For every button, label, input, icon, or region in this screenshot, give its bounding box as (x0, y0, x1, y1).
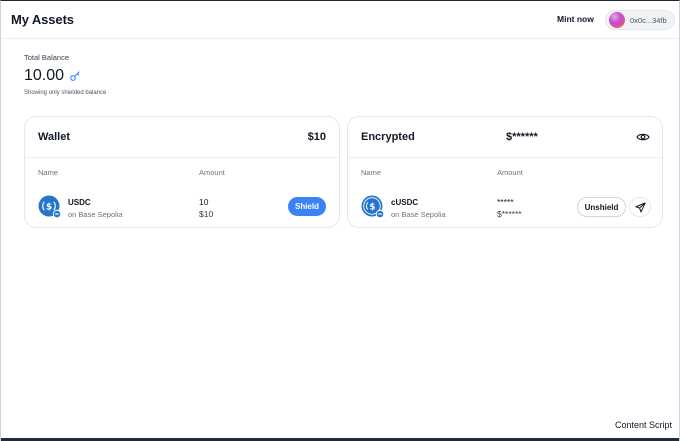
token-network: on Base Sepolia (68, 210, 123, 219)
content-script-label: Content Script (614, 420, 672, 430)
shield-button[interactable]: Shield (288, 197, 326, 216)
amount-column-header: Amount (199, 168, 225, 177)
encrypted-card-total: $****** (506, 131, 538, 143)
encrypted-card-title: Encrypted (361, 131, 415, 143)
key-icon[interactable] (69, 70, 81, 82)
svg-text:$: $ (370, 202, 376, 212)
top-header: My Assets Mint now 0x0c...34fb (1, 1, 679, 39)
name-column-header: Name (361, 168, 382, 177)
encrypted-card-header: Encrypted $****** (348, 117, 662, 158)
token-name: cUSDC (391, 198, 419, 207)
wallet-card: Wallet $10 Name Amount $ USDC on Base Se… (24, 116, 340, 228)
send-icon (634, 201, 646, 213)
send-button[interactable] (629, 197, 651, 217)
wallet-card-title: Wallet (38, 131, 70, 143)
wallet-avatar (609, 12, 625, 28)
balance-note: Showing only shielded balance (24, 90, 107, 96)
amount-column-header: Amount (497, 168, 523, 177)
page-title: My Assets (11, 12, 74, 27)
svg-text:$: $ (46, 203, 52, 213)
token-value-hidden: $****** (497, 209, 522, 219)
name-column-header: Name (38, 168, 59, 177)
token-amount-hidden: ***** (497, 197, 514, 207)
token-name: USDC (68, 198, 91, 207)
token-network: on Base Sepolia (391, 210, 446, 219)
mint-now-button[interactable]: Mint now (557, 14, 594, 24)
wallet-card-header: Wallet $10 (25, 117, 339, 158)
encrypted-card: Encrypted $****** Name Amount $ cUSDC on… (347, 116, 663, 228)
usdc-icon: $ (38, 195, 62, 219)
wallet-address: 0x0c...34fb (630, 15, 667, 25)
app-window: My Assets Mint now 0x0c...34fb Total Bal… (0, 0, 680, 441)
wallet-address-chip[interactable]: 0x0c...34fb (605, 10, 675, 30)
unshield-button[interactable]: Unshield (577, 197, 626, 217)
total-balance-label: Total Balance (24, 53, 70, 62)
total-balance-value: 10.00 (24, 67, 65, 84)
token-value: $10 (199, 209, 214, 219)
cusdc-icon: $ (361, 195, 385, 219)
wallet-card-total: $10 (307, 131, 326, 143)
eye-icon[interactable] (636, 130, 650, 144)
token-amount: 10 (199, 197, 209, 207)
